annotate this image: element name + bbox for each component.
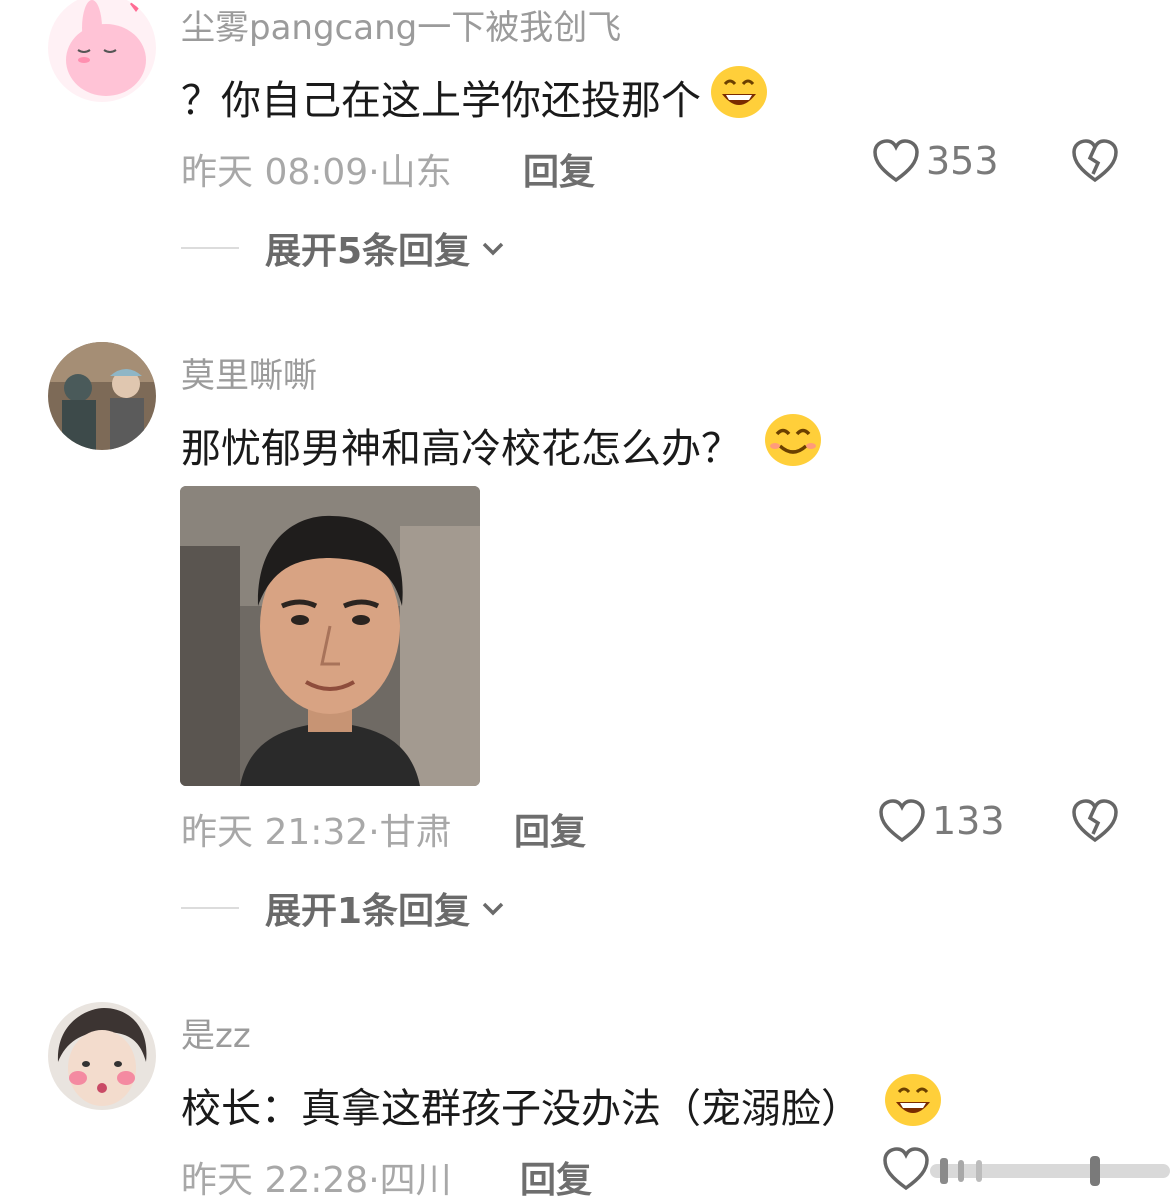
reply-button[interactable]: 回复 <box>514 803 586 855</box>
username[interactable]: 是zz <box>181 1008 251 1057</box>
like-count: 353 <box>926 139 999 183</box>
chevron-down-icon <box>482 242 504 256</box>
broken-heart-icon <box>1072 799 1118 843</box>
chevron-down-icon <box>482 902 504 916</box>
dislike-button[interactable] <box>1071 138 1119 188</box>
comment-text: ？你自己在这上学你还投那个 <box>181 64 769 130</box>
broken-heart-icon <box>1072 139 1118 183</box>
comment-text-content: 校长：真拿这群孩子没办法（宠溺脸） <box>181 1086 861 1132</box>
comment-meta: 昨天 21:32·甘肃 <box>181 803 452 855</box>
comment-text: 校长：真拿这群孩子没办法（宠溺脸） <box>181 1072 943 1138</box>
expand-replies-button[interactable]: 展开1条回复 <box>181 882 508 934</box>
avatar[interactable] <box>48 0 156 102</box>
meta-separator: · <box>368 152 380 193</box>
avatar[interactable] <box>48 342 156 450</box>
comment-location: 山东 <box>379 152 452 193</box>
dislike-button[interactable] <box>1071 798 1119 848</box>
video-seek-bar[interactable] <box>930 1156 1170 1186</box>
heart-outline-icon <box>883 1147 929 1191</box>
comment-meta: 昨天 22:28·四川 <box>181 1151 452 1203</box>
comment-meta: 昨天 08:09·山东 <box>181 143 452 195</box>
grinning-emoji-icon <box>709 64 769 130</box>
like-button[interactable]: 133 <box>878 798 1005 844</box>
expand-replies-button[interactable]: 展开5条回复 <box>181 222 508 274</box>
meta-separator: · <box>368 812 380 853</box>
avatar[interactable] <box>48 1002 156 1110</box>
comment-time: 昨天 21:32 <box>181 812 369 853</box>
expand-replies-label: 展开1条回复 <box>265 891 471 932</box>
comment-time: 昨天 08:09 <box>181 152 369 193</box>
username[interactable]: 莫里嘶嘶 <box>181 348 317 397</box>
reply-button[interactable]: 回复 <box>520 1151 592 1203</box>
like-button[interactable]: 353 <box>872 138 999 184</box>
smiling-emoji-icon <box>763 412 823 478</box>
comment-text-content: 那忧郁男神和高冷校花怎么办？ <box>181 426 741 472</box>
comment-text-content: ？你自己在这上学你还投那个 <box>181 78 701 124</box>
comment-image[interactable] <box>180 486 480 786</box>
comment-location: 甘肃 <box>379 812 452 853</box>
grinning-emoji-icon <box>883 1072 943 1138</box>
like-button[interactable] <box>882 1146 930 1196</box>
heart-outline-icon <box>873 139 919 183</box>
divider-line <box>181 247 239 249</box>
username[interactable]: 尘雾pangcang一下被我创飞 <box>181 0 621 49</box>
divider-line <box>181 907 239 909</box>
heart-outline-icon <box>879 799 925 843</box>
like-count: 133 <box>932 799 1005 843</box>
reply-button[interactable]: 回复 <box>523 143 595 195</box>
expand-replies-label: 展开5条回复 <box>265 231 471 272</box>
comment-text: 那忧郁男神和高冷校花怎么办？ <box>181 412 823 478</box>
